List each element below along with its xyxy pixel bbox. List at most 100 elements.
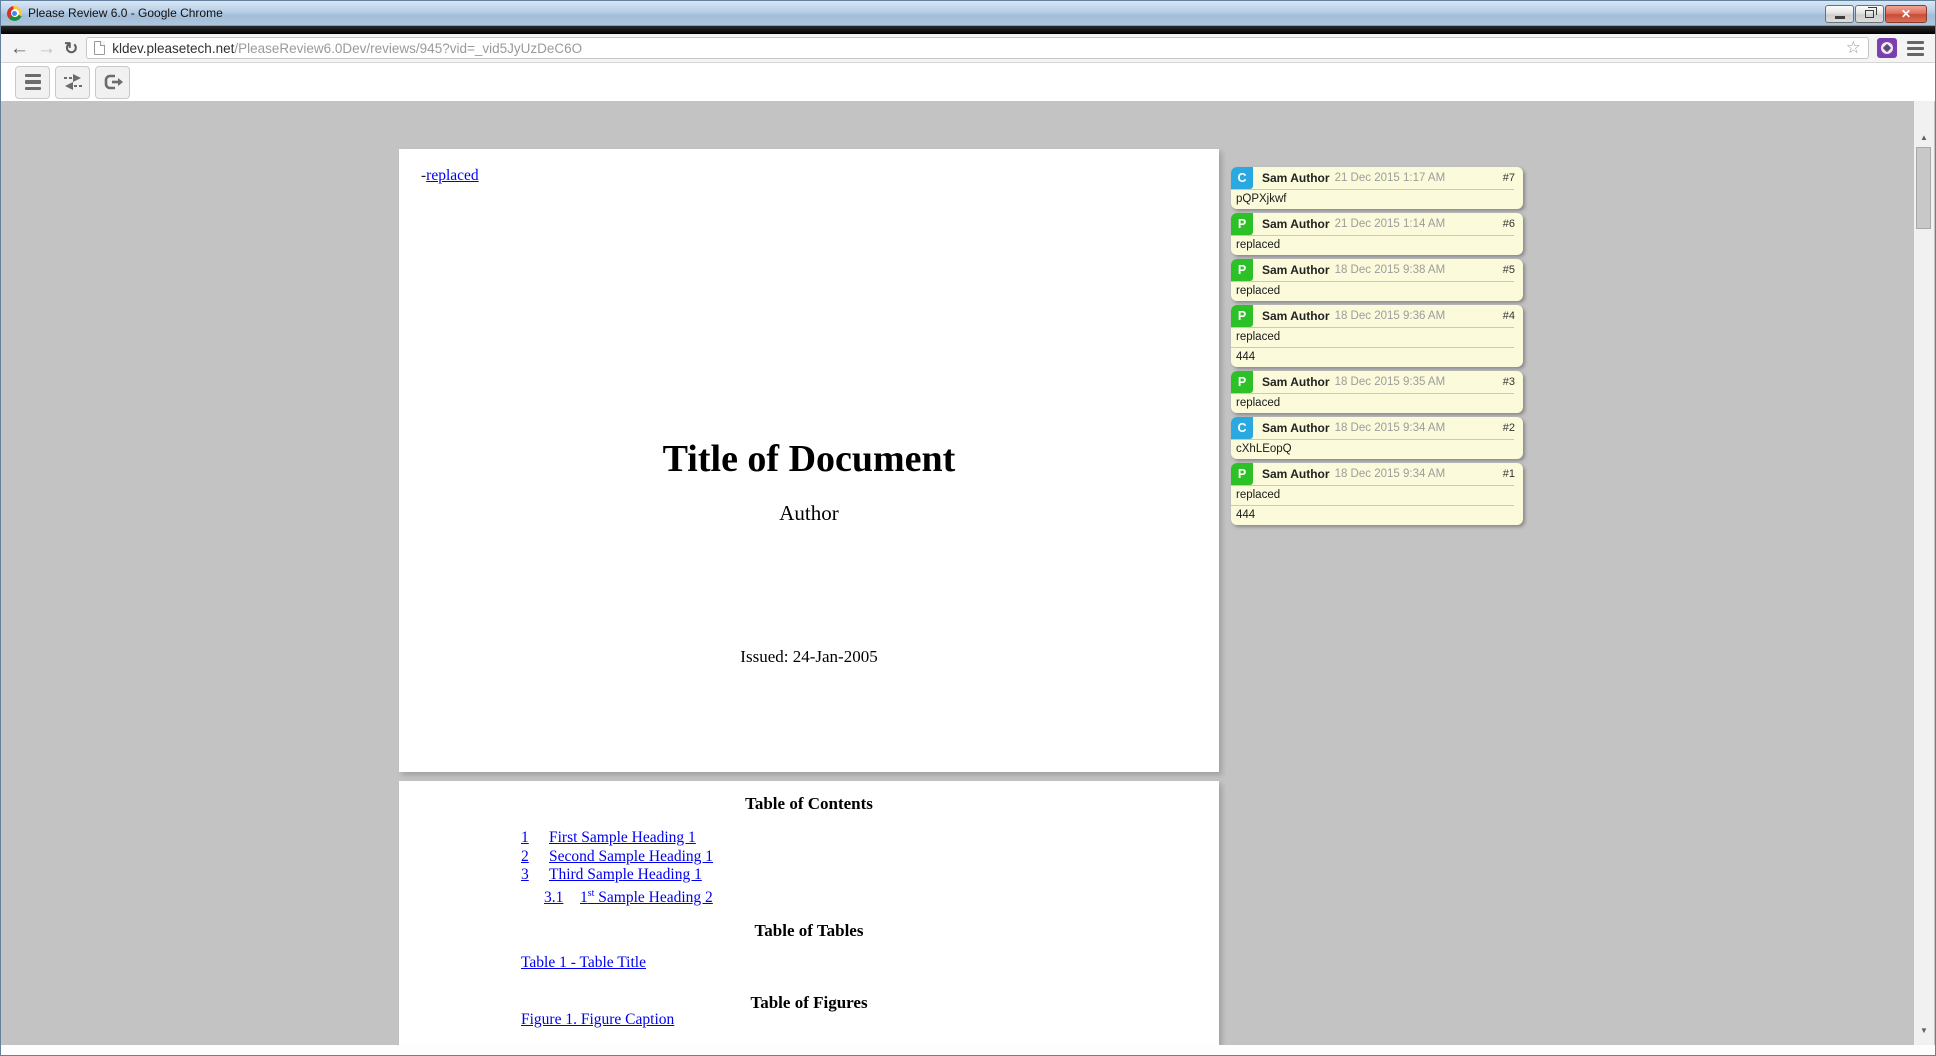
exit-icon xyxy=(104,74,123,90)
bookmark-star-icon[interactable]: ☆ xyxy=(1846,38,1861,58)
comment-text: 444 xyxy=(1236,351,1256,363)
comment-author: Sam Author xyxy=(1262,263,1330,277)
scrollbar-thumb[interactable] xyxy=(1916,147,1931,229)
minimize-button[interactable] xyxy=(1825,5,1854,23)
url-text[interactable]: kldev.pleasetech.net/PleaseReview6.0Dev/… xyxy=(112,41,1839,56)
comment-timestamp: 21 Dec 2015 1:17 AM xyxy=(1334,172,1446,184)
comment-number: #1 xyxy=(1502,468,1515,480)
comment-header: C Sam Author 21 Dec 2015 1:17 AM #7 xyxy=(1231,167,1523,189)
scroll-up-icon[interactable]: ▲ xyxy=(1914,133,1934,142)
comment-number: #4 xyxy=(1502,310,1515,322)
comment-type-badge: C xyxy=(1231,167,1253,189)
chrome-menu-icon[interactable] xyxy=(1905,39,1926,58)
close-button[interactable]: ✕ xyxy=(1885,5,1927,23)
document-title: Title of Document xyxy=(662,438,956,480)
comment-card[interactable]: P Sam Author 18 Dec 2015 9:34 AM #1 replaced… xyxy=(1231,463,1523,525)
document-author: Author xyxy=(779,501,839,525)
exit-review-button[interactable] xyxy=(95,65,130,99)
comment-header: C Sam Author 18 Dec 2015 9:34 AM #2 xyxy=(1231,417,1523,439)
document-viewport: -replaced Title of Document Author Issue… xyxy=(1,101,1935,1045)
comment-timestamp: 18 Dec 2015 9:36 AM xyxy=(1334,310,1446,322)
window-frame-strip xyxy=(1,26,1935,34)
vertical-scrollbar[interactable]: ▲ ▼ xyxy=(1914,101,1934,1045)
browser-window: Please Review 6.0 - Google Chrome ✕ ← → … xyxy=(0,0,1936,1056)
minimize-icon xyxy=(1834,15,1845,19)
change-marker-line: -replaced xyxy=(421,167,479,185)
toc-row: 3 Third Sample Heading 1 xyxy=(399,866,1219,885)
restore-icon xyxy=(1865,7,1877,18)
comment-author: Sam Author xyxy=(1262,217,1330,231)
back-icon[interactable]: ← xyxy=(10,39,29,58)
comment-type-badge: P xyxy=(1231,259,1253,281)
comment-card[interactable]: C Sam Author 21 Dec 2015 1:17 AM #7 pQPXjkwf xyxy=(1231,167,1523,209)
toc-heading: Table of Contents xyxy=(745,794,873,813)
comment-number: #3 xyxy=(1502,376,1515,388)
comment-author: Sam Author xyxy=(1262,467,1330,481)
comment-type-badge: P xyxy=(1231,463,1253,485)
forward-icon: → xyxy=(37,37,56,59)
comment-type-badge: P xyxy=(1231,305,1253,327)
comment-number: #7 xyxy=(1502,172,1515,184)
page-icon xyxy=(94,41,106,55)
table-of-tables-heading: Table of Tables xyxy=(754,921,864,940)
replaced-link[interactable]: replaced xyxy=(426,167,479,184)
document-issued-date: Issued: 24-Jan-2005 xyxy=(740,647,878,666)
browser-toolbar: ← → ↻ kldev.pleasetech.net/PleaseReview6… xyxy=(1,34,1935,63)
comment-header: P Sam Author 21 Dec 2015 1:14 AM #6 xyxy=(1231,213,1523,235)
comment-card[interactable]: P Sam Author 18 Dec 2015 9:38 AM #5 replaced xyxy=(1231,259,1523,301)
toc-number-link[interactable]: 3 xyxy=(521,866,538,885)
comment-text: cXhLEopQ xyxy=(1236,443,1292,455)
comment-timestamp: 18 Dec 2015 9:35 AM xyxy=(1334,376,1446,388)
comment-card[interactable]: P Sam Author 18 Dec 2015 9:35 AM #3 replaced xyxy=(1231,371,1523,413)
window-bottom-border xyxy=(1,1045,1935,1055)
toc-number-link[interactable]: 3.1 xyxy=(544,889,568,908)
swap-arrows-icon xyxy=(63,74,82,90)
comment-author: Sam Author xyxy=(1262,375,1330,389)
comments-panel: C Sam Author 21 Dec 2015 1:17 AM #7 pQPXjkwf… xyxy=(1231,167,1523,529)
app-menu-button[interactable] xyxy=(15,65,50,99)
scroll-down-icon[interactable]: ▼ xyxy=(1914,1026,1934,1035)
comment-text: replaced xyxy=(1236,397,1281,409)
toc-entry-link[interactable]: First Sample Heading 1 xyxy=(549,829,696,846)
chrome-logo-icon xyxy=(7,5,22,21)
reload-icon[interactable]: ↻ xyxy=(64,40,78,57)
toc-row: 2 Second Sample Heading 1 xyxy=(399,848,1219,867)
comment-author: Sam Author xyxy=(1262,421,1330,435)
table-entry-link[interactable]: Table 1 - Table Title xyxy=(521,954,646,972)
toc-entry-link[interactable]: 1st Sample Heading 2 xyxy=(580,888,713,906)
table-of-figures-heading: Table of Figures xyxy=(750,993,868,1012)
comment-header: P Sam Author 18 Dec 2015 9:35 AM #3 xyxy=(1231,371,1523,393)
toc-list: 1 First Sample Heading 1 2 Second Sample He… xyxy=(399,829,1219,907)
address-bar[interactable]: kldev.pleasetech.net/PleaseReview6.0Dev/… xyxy=(86,37,1869,59)
extension-icon[interactable] xyxy=(1877,38,1897,58)
figure-entry-link[interactable]: Figure 1. Figure Caption xyxy=(521,1011,674,1029)
comment-author: Sam Author xyxy=(1262,171,1330,185)
comment-timestamp: 18 Dec 2015 9:38 AM xyxy=(1334,264,1446,276)
compare-versions-button[interactable] xyxy=(55,65,90,99)
comment-card[interactable]: P Sam Author 21 Dec 2015 1:14 AM #6 replaced xyxy=(1231,213,1523,255)
comment-card[interactable]: C Sam Author 18 Dec 2015 9:34 AM #2 cXhLEopQ xyxy=(1231,417,1523,459)
comment-text: 444 xyxy=(1236,509,1256,521)
comment-text: replaced xyxy=(1236,331,1281,343)
app-toolbar xyxy=(1,63,1935,101)
comment-text: replaced xyxy=(1236,285,1281,297)
restore-button[interactable] xyxy=(1855,5,1884,23)
comment-text: replaced xyxy=(1236,489,1281,501)
comment-type-badge: P xyxy=(1231,371,1253,393)
toc-number-link[interactable]: 1 xyxy=(521,829,538,848)
toc-entry-link[interactable]: Third Sample Heading 1 xyxy=(549,866,702,883)
window-titlebar[interactable]: Please Review 6.0 - Google Chrome ✕ xyxy=(1,1,1935,26)
comment-number: #2 xyxy=(1502,422,1515,434)
url-host: kldev.pleasetech.net xyxy=(112,40,235,56)
comment-type-badge: P xyxy=(1231,213,1253,235)
comment-author: Sam Author xyxy=(1262,309,1330,323)
url-path: /PleaseReview6.0Dev/reviews/945?vid=_vid… xyxy=(234,40,583,56)
comment-card[interactable]: P Sam Author 18 Dec 2015 9:36 AM #4 replaced… xyxy=(1231,305,1523,367)
comment-text: pQPXjkwf xyxy=(1236,193,1287,205)
document-page-2: Table of Contents 1 First Sample Heading … xyxy=(399,781,1219,1045)
toc-row: 3.1 1st Sample Heading 2 xyxy=(399,885,1219,908)
comment-header: P Sam Author 18 Dec 2015 9:38 AM #5 xyxy=(1231,259,1523,281)
toc-entry-link[interactable]: Second Sample Heading 1 xyxy=(549,848,713,865)
comment-timestamp: 21 Dec 2015 1:14 AM xyxy=(1334,218,1446,230)
toc-number-link[interactable]: 2 xyxy=(521,848,538,867)
